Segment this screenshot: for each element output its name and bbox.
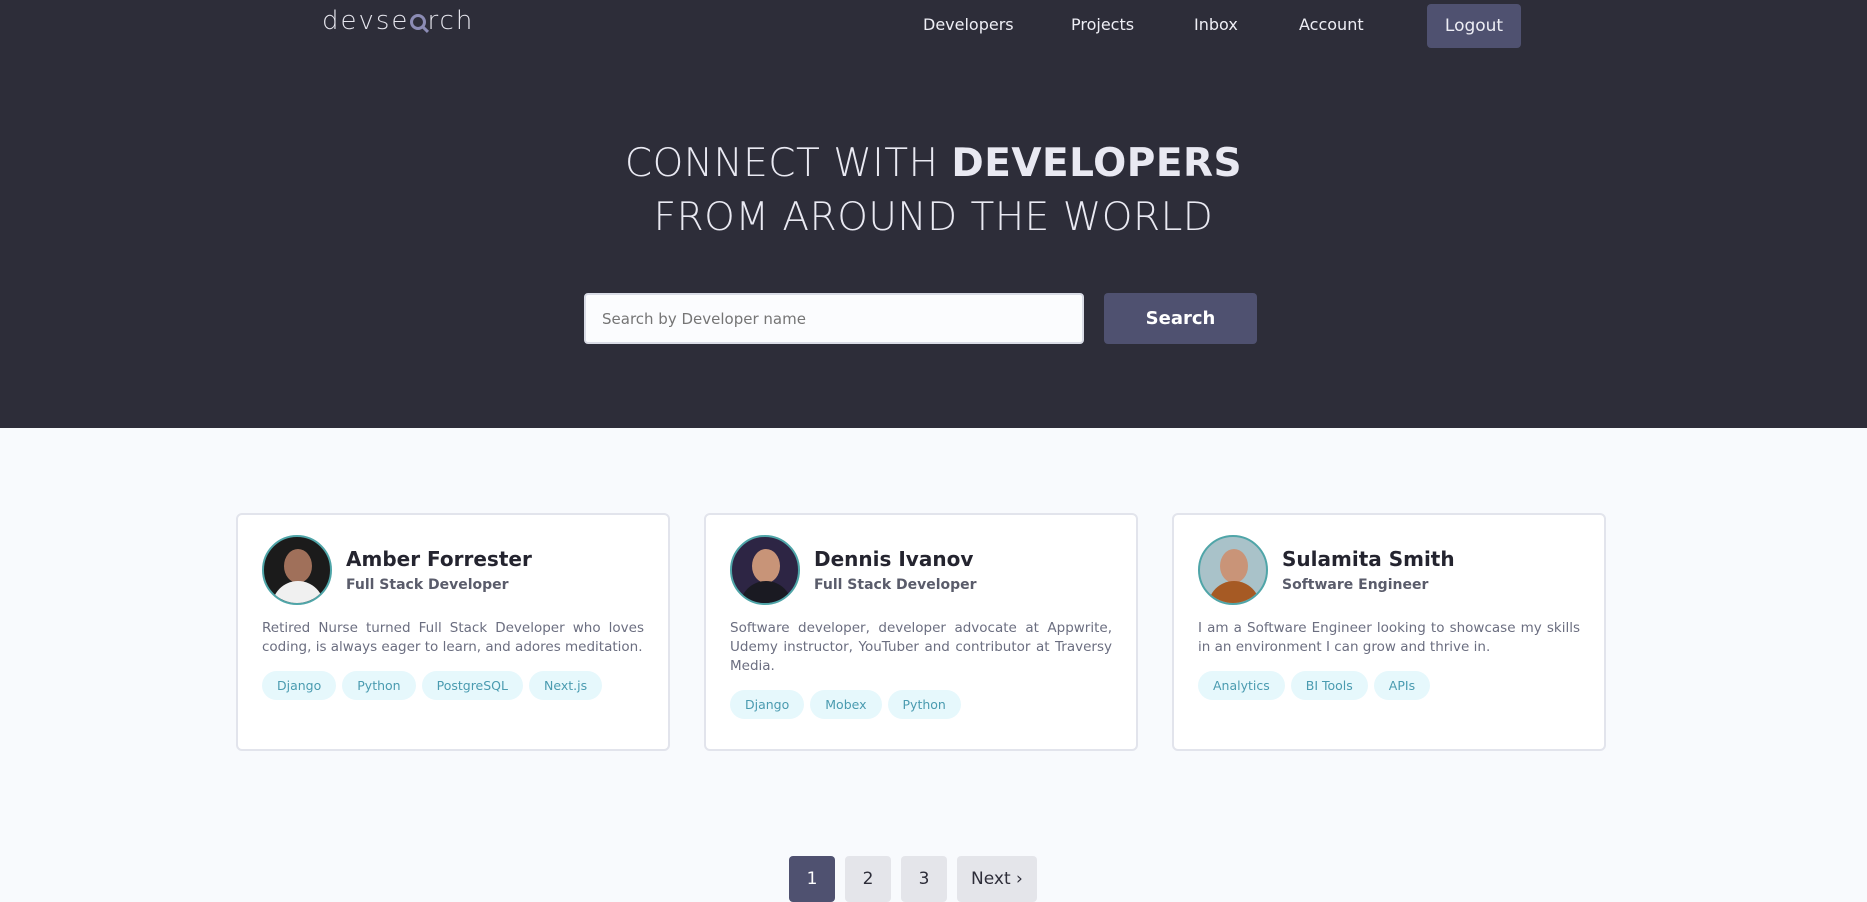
developer-name[interactable]: Amber Forrester bbox=[346, 547, 532, 571]
developer-bio: Retired Nurse turned Full Stack Develope… bbox=[262, 620, 644, 655]
developer-bio: I am a Software Engineer looking to show… bbox=[1198, 620, 1580, 655]
developer-card[interactable]: Dennis Ivanov Full Stack Developer Softw… bbox=[704, 513, 1138, 751]
skill-tags: Analytics BI Tools APIs bbox=[1198, 671, 1580, 700]
nav-account[interactable]: Account bbox=[1299, 15, 1364, 34]
developer-identity: Sulamita Smith Software Engineer bbox=[1282, 547, 1455, 593]
avatar bbox=[262, 535, 332, 605]
search-input[interactable] bbox=[584, 293, 1084, 344]
avatar-body bbox=[740, 581, 792, 603]
avatar-face bbox=[284, 549, 312, 583]
hero-section: devse rch Developers Projects Inbox Accou… bbox=[0, 0, 1867, 428]
skill-tag: Python bbox=[887, 690, 961, 719]
skill-tags: Django Mobex Python bbox=[730, 690, 1112, 719]
pagination: 1 2 3 Next › bbox=[789, 856, 1037, 902]
developer-identity: Dennis Ivanov Full Stack Developer bbox=[814, 547, 977, 593]
developer-role: Full Stack Developer bbox=[346, 577, 509, 593]
skill-tag: Django bbox=[730, 690, 805, 719]
avatar-body bbox=[272, 581, 324, 603]
page-button-1[interactable]: 1 bbox=[789, 856, 835, 902]
skill-tag: Analytics bbox=[1198, 671, 1285, 700]
avatar bbox=[730, 535, 800, 605]
skill-tag: BI Tools bbox=[1290, 671, 1368, 700]
page-button-2[interactable]: 2 bbox=[845, 856, 891, 902]
hero-title-light: CONNECT WITH bbox=[624, 141, 952, 186]
skill-tag: PostgreSQL bbox=[421, 671, 523, 700]
developer-role: Software Engineer bbox=[1282, 577, 1429, 593]
developer-card[interactable]: Sulamita Smith Software Engineer I am a … bbox=[1172, 513, 1606, 751]
top-nav: Developers Projects Inbox Account Logout bbox=[0, 0, 1867, 50]
logout-button[interactable]: Logout bbox=[1427, 4, 1521, 48]
nav-projects[interactable]: Projects bbox=[1071, 15, 1134, 34]
skill-tag: Python bbox=[342, 671, 416, 700]
developer-name[interactable]: Sulamita Smith bbox=[1282, 547, 1455, 571]
avatar bbox=[1198, 535, 1268, 605]
avatar-face bbox=[752, 549, 780, 583]
skill-tag: Django bbox=[262, 671, 337, 700]
hero-title-line2: FROM AROUND THE WORLD bbox=[653, 195, 1214, 240]
nav-inbox[interactable]: Inbox bbox=[1194, 15, 1238, 34]
developer-role: Full Stack Developer bbox=[814, 577, 977, 593]
skill-tag: Next.js bbox=[529, 671, 603, 700]
skill-tag: APIs bbox=[1373, 671, 1431, 700]
hero-title-bold: DEVELOPERS bbox=[951, 141, 1243, 186]
avatar-face bbox=[1220, 549, 1248, 583]
hero-title: CONNECT WITH DEVELOPERS FROM AROUND THE … bbox=[0, 137, 1867, 245]
nav-developers[interactable]: Developers bbox=[923, 15, 1014, 34]
skill-tag: Mobex bbox=[810, 690, 882, 719]
search-button[interactable]: Search bbox=[1104, 293, 1257, 344]
developer-identity: Amber Forrester Full Stack Developer bbox=[346, 547, 532, 593]
page-button-3[interactable]: 3 bbox=[901, 856, 947, 902]
developer-card[interactable]: Amber Forrester Full Stack Developer Ret… bbox=[236, 513, 670, 751]
next-page-button[interactable]: Next › bbox=[957, 856, 1037, 902]
developer-cards: Amber Forrester Full Stack Developer Ret… bbox=[236, 513, 1606, 751]
card-header: Dennis Ivanov Full Stack Developer bbox=[730, 535, 1112, 605]
skill-tags: Django Python PostgreSQL Next.js bbox=[262, 671, 644, 700]
developer-name[interactable]: Dennis Ivanov bbox=[814, 547, 977, 571]
card-header: Amber Forrester Full Stack Developer bbox=[262, 535, 644, 605]
developer-bio: Software developer, developer advocate a… bbox=[730, 620, 1112, 674]
card-header: Sulamita Smith Software Engineer bbox=[1198, 535, 1580, 605]
avatar-body bbox=[1208, 581, 1260, 603]
